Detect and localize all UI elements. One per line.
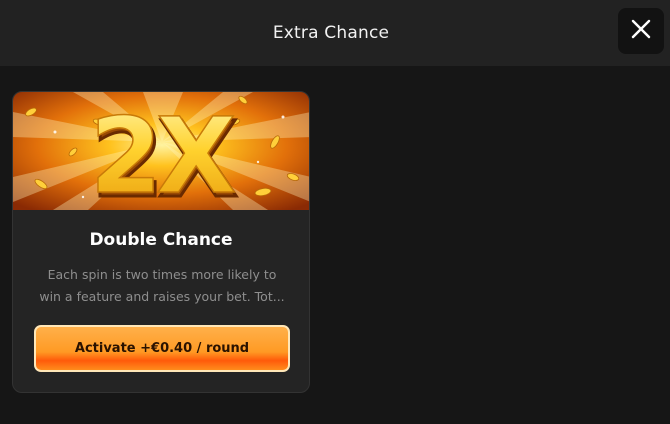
card-description: Each spin is two times more likely to wi…: [37, 264, 287, 308]
modal-header: Extra Chance: [0, 0, 670, 66]
banner-multiplier-text: 2X: [90, 95, 235, 210]
card-title: Double Chance: [89, 230, 233, 250]
double-chance-card: 2X 2X Double Chance Each spin is two tim…: [12, 91, 310, 393]
extra-chance-modal: Extra Chance 2X 2X Double Chance Each sp…: [0, 0, 670, 424]
card-description-line: Each spin is two times more likely to: [47, 267, 277, 282]
modal-title: Extra Chance: [272, 23, 390, 43]
card-description-line: win a feature and raises your bet. Tot..…: [39, 289, 285, 304]
close-button[interactable]: [618, 8, 664, 54]
double-chance-banner-image: 2X 2X: [13, 92, 309, 210]
close-icon: [631, 19, 651, 43]
activate-button[interactable]: Activate +€0.40 / round: [34, 325, 290, 372]
